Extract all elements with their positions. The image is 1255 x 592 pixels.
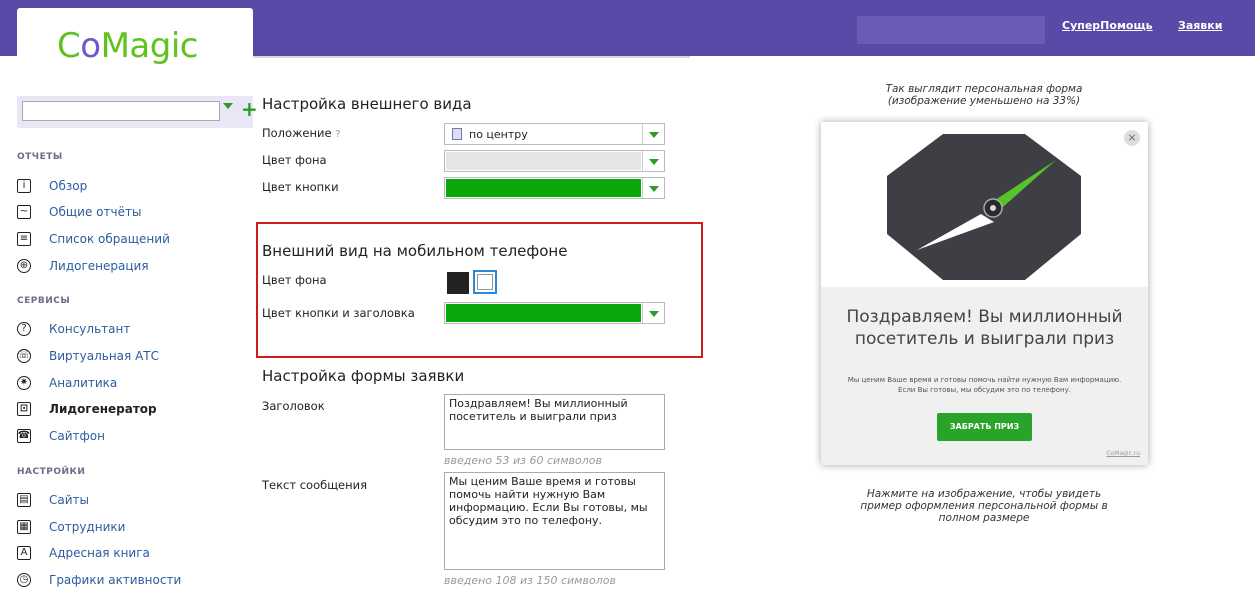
- address-book-icon: A: [17, 546, 31, 560]
- heading-counter: введено 53 из 60 символов: [444, 454, 602, 467]
- sidebar-item-sitephone[interactable]: ☎ Сайтфон: [17, 428, 105, 444]
- sitephone-icon: ☎: [17, 429, 31, 443]
- phone-icon: ☏: [17, 349, 31, 363]
- info-icon: i: [17, 179, 31, 193]
- sidebar-item-general-reports[interactable]: ~ Общие отчёты: [17, 204, 141, 220]
- form-title: Настройка формы заявки: [262, 367, 465, 385]
- sidebar-item-label: Аналитика: [49, 376, 118, 390]
- site-select-input[interactable]: [22, 101, 220, 121]
- sites-icon: ▤: [17, 493, 31, 507]
- leadgenerator-icon: ⊡: [17, 402, 31, 416]
- sidebar-item-leadgen[interactable]: ⊕ Лидогенерация: [17, 258, 149, 274]
- mobile-button-color-swatch: [446, 304, 641, 322]
- position-label: Положение ?: [262, 126, 341, 140]
- sidebar-item-label: Список обращений: [49, 232, 170, 246]
- position-select[interactable]: по центру: [444, 123, 665, 145]
- divider: [253, 56, 690, 58]
- sidebar-item-analytics[interactable]: ✷ Аналитика: [17, 375, 117, 391]
- sidebar-item-consultant[interactable]: ? Консультант: [17, 321, 130, 337]
- sidebar-site-selector: +: [17, 96, 258, 128]
- preview-brand-link[interactable]: CoMagic.ru: [1106, 450, 1140, 457]
- chart-line-icon: ~: [17, 205, 31, 219]
- preview-image-area: [821, 122, 1148, 287]
- chat-icon: ?: [17, 322, 31, 336]
- mobile-bg-color-label: Цвет фона: [262, 273, 327, 287]
- section-settings: НАСТРОЙКИ: [17, 467, 86, 477]
- heading-label: Заголовок: [262, 399, 325, 413]
- bg-color-label: Цвет фона: [262, 153, 327, 167]
- preview-title: Поздравляем! Вы миллионный посетитель и …: [846, 307, 1123, 349]
- sidebar-item-employees[interactable]: ▦ Сотрудники: [17, 519, 125, 535]
- mobile-button-color-select[interactable]: [444, 302, 665, 324]
- sidebar-item-label: Консультант: [49, 322, 131, 336]
- sidebar-item-label: Лидогенератор: [49, 402, 157, 416]
- sidebar-item-label: Виртуальная АТС: [49, 349, 159, 363]
- sidebar-item-address-book[interactable]: A Адресная книга: [17, 545, 150, 561]
- dark-swatch[interactable]: [447, 272, 469, 294]
- preview-text: Мы ценим Ваше время и готовы помочь найт…: [847, 376, 1122, 394]
- sidebar-item-label: Общие отчёты: [49, 205, 142, 219]
- form-preview[interactable]: × Поздравляем! Вы миллионный посетитель …: [821, 122, 1148, 465]
- section-services: СЕРВИСЫ: [17, 296, 71, 306]
- sidebar-item-label: Графики активности: [49, 573, 182, 587]
- chevron-down-icon[interactable]: [642, 151, 664, 171]
- sidebar-item-requests-list[interactable]: ≡ Список обращений: [17, 231, 170, 247]
- chevron-down-icon[interactable]: [642, 124, 664, 144]
- add-icon[interactable]: +: [241, 98, 258, 120]
- position-value: по центру: [469, 128, 528, 141]
- center-position-icon: [452, 128, 462, 140]
- super-help-link[interactable]: СуперПомощь: [1062, 19, 1153, 32]
- appearance-title: Настройка внешнего вида: [262, 95, 472, 113]
- logo-box[interactable]: CoMagic: [17, 8, 253, 74]
- mobile-title: Внешний вид на мобильном телефоне: [262, 242, 568, 260]
- sidebar-item-label: Сайтфон: [49, 429, 105, 443]
- sidebar-item-overview[interactable]: i Обзор: [17, 178, 87, 194]
- help-icon: ?: [335, 129, 341, 140]
- compass-icon: [887, 134, 1081, 280]
- leadgen-icon: ⊕: [17, 259, 31, 273]
- employees-icon: ▦: [17, 520, 31, 534]
- close-icon[interactable]: ×: [1124, 130, 1140, 146]
- sidebar-item-leadgenerator[interactable]: ⊡ Лидогенератор: [17, 401, 157, 417]
- sidebar-item-label: Сотрудники: [49, 520, 126, 534]
- chevron-down-icon[interactable]: [223, 103, 233, 109]
- sidebar-item-activity-schedules[interactable]: ◷ Графики активности: [17, 572, 181, 588]
- sidebar-item-label: Обзор: [49, 179, 88, 193]
- button-color-swatch: [446, 179, 641, 197]
- preview-note: Нажмите на изображение, чтобы увидеть пр…: [860, 488, 1108, 524]
- mobile-button-title-color-label: Цвет кнопки и заголовка: [262, 306, 415, 320]
- chevron-down-icon[interactable]: [642, 178, 664, 198]
- button-color-label: Цвет кнопки: [262, 180, 339, 194]
- section-reports: ОТЧЕТЫ: [17, 152, 63, 162]
- list-icon: ≡: [17, 232, 31, 246]
- heading-textarea[interactable]: Поздравляем! Вы миллионный посетитель и …: [444, 394, 665, 450]
- sidebar-item-label: Сайты: [49, 493, 89, 507]
- applications-link[interactable]: Заявки: [1178, 19, 1222, 32]
- chevron-down-icon[interactable]: [642, 303, 664, 323]
- message-counter: введено 108 из 150 символов: [444, 574, 616, 587]
- sidebar-item-virtual-pbx[interactable]: ☏ Виртуальная АТС: [17, 348, 159, 364]
- message-label: Текст сообщения: [262, 478, 368, 492]
- clock-icon: ◷: [17, 573, 31, 587]
- message-textarea[interactable]: Мы ценим Ваше время и готовы помочь найт…: [444, 472, 665, 570]
- bg-color-swatch: [446, 152, 641, 170]
- top-search-field[interactable]: [857, 16, 1045, 44]
- analytics-icon: ✷: [17, 376, 31, 390]
- logo: CoMagic: [57, 26, 198, 66]
- preview-caption: Так выглядит персональная форма (изображ…: [885, 83, 1083, 107]
- bg-color-select[interactable]: [444, 150, 665, 172]
- sidebar-item-label: Лидогенерация: [49, 259, 149, 273]
- sidebar-item-sites[interactable]: ▤ Сайты: [17, 492, 89, 508]
- button-color-select[interactable]: [444, 177, 665, 199]
- light-swatch[interactable]: [473, 270, 497, 294]
- sidebar-item-label: Адресная книга: [49, 546, 150, 560]
- claim-prize-button[interactable]: ЗАБРАТЬ ПРИЗ: [937, 413, 1032, 441]
